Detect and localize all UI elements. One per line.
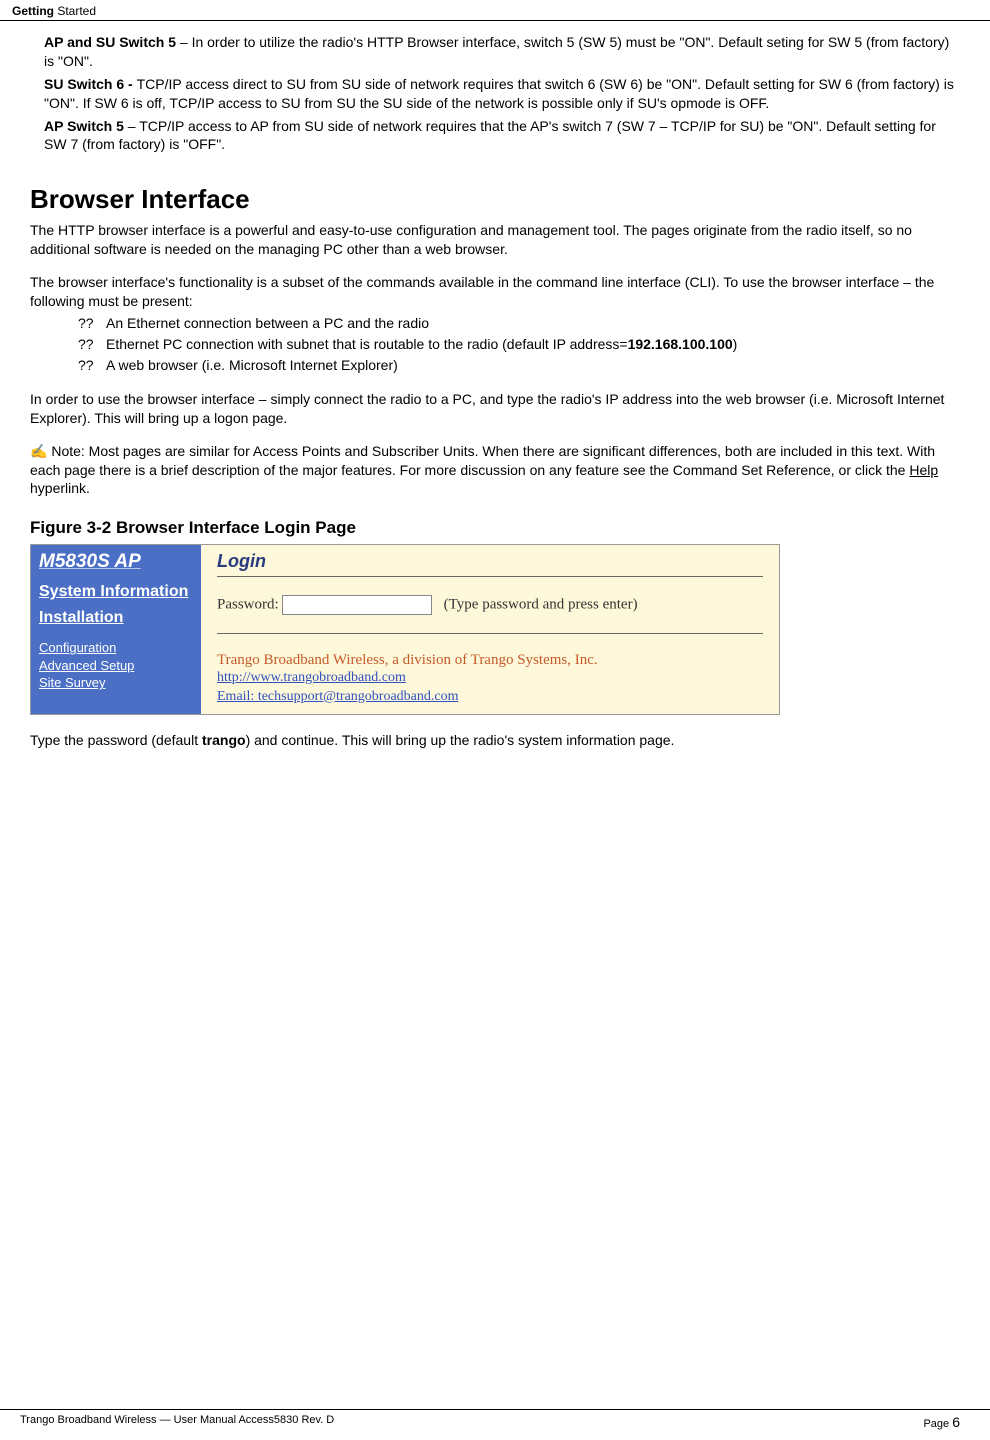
section-title: Browser Interface [30, 184, 960, 215]
bullet-text-3: A web browser (i.e. Microsoft Internet E… [106, 357, 398, 373]
list-item: ??A web browser (i.e. Microsoft Internet… [78, 355, 960, 376]
default-password: trango [202, 732, 246, 748]
bullet-marker: ?? [78, 355, 106, 376]
login-main: Login Password: (Type password and press… [201, 545, 779, 713]
inorder-paragraph: In order to use the browser interface – … [30, 390, 960, 428]
sw7-para: AP Switch 5 – TCP/IP access to AP from S… [44, 117, 960, 155]
bullet-text-1: An Ethernet connection between a PC and … [106, 315, 429, 331]
support-email-link[interactable]: Email: techsupport@trangobroadband.com [217, 688, 763, 706]
sw6-para: SU Switch 6 - TCP/IP access direct to SU… [44, 75, 960, 113]
sidebar-item-system-information[interactable]: System Information [39, 583, 193, 601]
password-label: Password: [217, 597, 279, 613]
header-bold: Getting [12, 4, 54, 18]
list-item: ??Ethernet PC connection with subnet tha… [78, 334, 960, 355]
list-item: ??An Ethernet connection between a PC an… [78, 313, 960, 334]
sw5-text: – In order to utilize the radio's HTTP B… [44, 34, 949, 69]
login-figure: M5830S AP System Information Installatio… [30, 544, 780, 714]
note-paragraph: ✍ Note: Most pages are similar for Acces… [30, 442, 960, 499]
sw5-label: AP and SU Switch 5 [44, 34, 176, 50]
password-input[interactable] [282, 595, 432, 615]
company-name: Trango Broadband Wireless, a division of… [217, 652, 763, 669]
figure-title: Figure 3-2 Browser Interface Login Page [30, 518, 960, 538]
header-rest: Started [54, 4, 96, 18]
page-header: Getting Started [0, 0, 990, 21]
subset-paragraph: The browser interface's functionality is… [30, 273, 960, 311]
brand-title: M5830S AP [39, 551, 193, 573]
sidebar-item-advanced-setup[interactable]: Advanced Setup [39, 657, 193, 675]
requirements-list: ??An Ethernet connection between a PC an… [78, 313, 960, 376]
bullet-marker: ?? [78, 334, 106, 355]
after-figure-post: ) and continue. This will bring up the r… [246, 732, 675, 748]
footer-right: Page 6 [923, 1414, 960, 1430]
footer-page-label: Page [923, 1418, 952, 1430]
hand-writing-icon: ✍ [30, 443, 47, 459]
sidebar-item-site-survey[interactable]: Site Survey [39, 674, 193, 692]
sw7-label: AP Switch 5 [44, 118, 124, 134]
login-divider-top [217, 576, 763, 577]
page-footer: Trango Broadband Wireless — User Manual … [0, 1409, 990, 1430]
footer-left: Trango Broadband Wireless — User Manual … [20, 1414, 334, 1430]
help-link[interactable]: Help [909, 462, 938, 478]
sw5-para: AP and SU Switch 5 – In order to utilize… [44, 33, 960, 71]
login-divider-bottom [217, 633, 763, 634]
after-figure-paragraph: Type the password (default trango) and c… [30, 731, 960, 750]
default-ip: 192.168.100.100 [628, 336, 733, 352]
page-content: AP and SU Switch 5 – In order to utilize… [0, 21, 990, 750]
sw7-text: – TCP/IP access to AP from SU side of ne… [44, 118, 936, 153]
company-url-link[interactable]: http://www.trangobroadband.com [217, 669, 763, 687]
footer-page-number: 6 [952, 1414, 960, 1430]
after-figure-pre: Type the password (default [30, 732, 202, 748]
header-breadcrumb: Getting Started [12, 4, 96, 18]
intro-paragraph: The HTTP browser interface is a powerful… [30, 221, 960, 259]
password-row: Password: (Type password and press enter… [217, 595, 763, 615]
sidebar-item-installation[interactable]: Installation [39, 609, 193, 627]
login-heading: Login [217, 551, 763, 572]
bullet-text-2-post: ) [733, 336, 738, 352]
bullet-text-2-pre: Ethernet PC connection with subnet that … [106, 336, 628, 352]
password-hint: (Type password and press enter) [444, 597, 638, 613]
switch-notes: AP and SU Switch 5 – In order to utilize… [44, 33, 960, 154]
sw6-text: TCP/IP access direct to SU from SU side … [44, 76, 954, 111]
login-sidebar: M5830S AP System Information Installatio… [31, 545, 201, 713]
sw6-label: SU Switch 6 - [44, 76, 137, 92]
sidebar-item-configuration[interactable]: Configuration [39, 639, 193, 657]
bullet-marker: ?? [78, 313, 106, 334]
note-text: Note: Most pages are similar for Access … [30, 443, 935, 478]
note-end: hyperlink. [30, 480, 90, 496]
